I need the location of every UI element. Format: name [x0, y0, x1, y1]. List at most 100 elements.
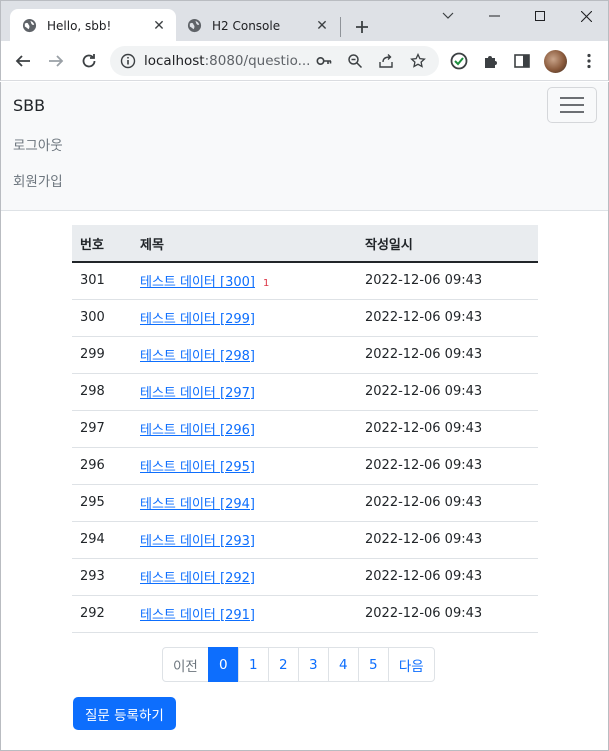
table-row: 301 테스트 데이터 [300] 1 2022-12-06 09:43: [72, 262, 538, 300]
url-text[interactable]: localhost:8080/questio...: [144, 46, 309, 76]
table-header-row: 번호 제목 작성일시: [72, 225, 538, 263]
forward-arrow-icon[interactable]: [44, 49, 68, 73]
page-link-5[interactable]: 5: [357, 647, 389, 682]
row-date: 2022-12-06 09:43: [357, 373, 538, 411]
bookmark-star-icon[interactable]: [410, 53, 426, 69]
row-date: 2022-12-06 09:43: [357, 299, 538, 337]
close-window-button[interactable]: [563, 1, 609, 31]
signup-link[interactable]: 회원가입: [13, 170, 63, 190]
prev-page-link[interactable]: 이전: [162, 647, 209, 682]
question-link[interactable]: 테스트 데이터 [293]: [140, 534, 255, 549]
table-row: 293 테스트 데이터 [292] 2022-12-06 09:43: [72, 558, 538, 596]
next-page-link[interactable]: 다음: [387, 647, 435, 682]
logout-link[interactable]: 로그아웃: [13, 134, 63, 154]
tab-strip: Hello, sbb! ✕ H2 Console ✕: [0, 0, 609, 42]
row-subject-cell: 테스트 데이터 [295]: [132, 447, 357, 485]
page-link-1[interactable]: 1: [237, 647, 269, 682]
row-number: 292: [72, 595, 132, 633]
question-link[interactable]: 테스트 데이터 [300]: [140, 275, 255, 290]
zoom-icon[interactable]: [347, 53, 363, 69]
question-link[interactable]: 테스트 데이터 [295]: [140, 460, 255, 475]
row-date: 2022-12-06 09:43: [357, 595, 538, 633]
navbar: SBB 로그아웃 회원가입: [1, 82, 608, 211]
share-icon[interactable]: [378, 53, 394, 69]
page-link-4[interactable]: 4: [327, 647, 359, 682]
row-subject-cell: 테스트 데이터 [296]: [132, 410, 357, 448]
back-arrow-icon[interactable]: [11, 49, 35, 73]
navbar-toggler-button[interactable]: [547, 87, 597, 123]
hamburger-icon: [560, 97, 584, 99]
globe-icon: [22, 18, 37, 33]
new-tab-button[interactable]: [350, 15, 374, 39]
row-number: 294: [72, 521, 132, 559]
row-number: 295: [72, 484, 132, 522]
table-row: 295 테스트 데이터 [294] 2022-12-06 09:43: [72, 484, 538, 522]
side-panel-icon[interactable]: [510, 49, 534, 73]
chevron-down-icon[interactable]: [425, 1, 471, 31]
answer-count-badge: 1: [262, 278, 270, 290]
info-icon[interactable]: [120, 53, 136, 69]
row-subject-cell: 테스트 데이터 [294]: [132, 484, 357, 522]
question-link[interactable]: 테스트 데이터 [299]: [140, 312, 255, 327]
page-link-0[interactable]: 0: [207, 647, 239, 682]
close-tab-icon[interactable]: ✕: [150, 17, 168, 35]
question-link[interactable]: 테스트 데이터 [297]: [140, 386, 255, 401]
row-subject-cell: 테스트 데이터 [298]: [132, 336, 357, 374]
extensions-puzzle-icon[interactable]: [479, 49, 503, 73]
table-row: 298 테스트 데이터 [297] 2022-12-06 09:43: [72, 373, 538, 411]
header-date: 작성일시: [357, 225, 538, 263]
row-number: 296: [72, 447, 132, 485]
table-row: 297 테스트 데이터 [296] 2022-12-06 09:43: [72, 410, 538, 448]
row-number: 301: [72, 262, 132, 300]
row-date: 2022-12-06 09:43: [357, 484, 538, 522]
table-row: 294 테스트 데이터 [293] 2022-12-06 09:43: [72, 521, 538, 559]
row-number: 293: [72, 558, 132, 596]
table-row: 300 테스트 데이터 [299] 2022-12-06 09:43: [72, 299, 538, 337]
row-date: 2022-12-06 09:43: [357, 447, 538, 485]
row-subject-cell: 테스트 데이터 [300] 1: [132, 262, 357, 300]
pagination: 이전 0 1 2 3 4 5 다음: [162, 647, 435, 682]
minimize-button[interactable]: [471, 1, 517, 31]
brand-link[interactable]: SBB: [13, 96, 45, 115]
row-subject-cell: 테스트 데이터 [292]: [132, 558, 357, 596]
row-subject-cell: 테스트 데이터 [291]: [132, 595, 357, 633]
tab-hello-sbb[interactable]: Hello, sbb! ✕: [10, 9, 176, 42]
page-link-3[interactable]: 3: [297, 647, 329, 682]
globe-icon: [187, 18, 202, 33]
row-date: 2022-12-06 09:43: [357, 336, 538, 374]
header-subject: 제목: [132, 225, 357, 263]
tab-separator: [340, 17, 341, 37]
row-number: 298: [72, 373, 132, 411]
row-date: 2022-12-06 09:43: [357, 558, 538, 596]
create-question-button[interactable]: 질문 등록하기: [73, 697, 176, 730]
question-table: 번호 제목 작성일시 301 테스트 데이터 [300] 1 2022-12-06 0…: [72, 225, 538, 633]
tab-h2-console[interactable]: H2 Console ✕: [177, 9, 339, 42]
maximize-button[interactable]: [517, 1, 563, 31]
address-bar[interactable]: localhost:8080/questio...: [110, 46, 439, 76]
row-subject-cell: 테스트 데이터 [293]: [132, 521, 357, 559]
table-row: 299 테스트 데이터 [298] 2022-12-06 09:43: [72, 336, 538, 374]
question-link[interactable]: 테스트 데이터 [291]: [140, 608, 255, 623]
url-path: :8080/questio...: [204, 53, 309, 69]
question-link[interactable]: 테스트 데이터 [296]: [140, 423, 255, 438]
profile-avatar[interactable]: [544, 50, 567, 73]
row-number: 300: [72, 299, 132, 337]
check-extension-icon[interactable]: [447, 49, 471, 73]
more-menu-icon[interactable]: [577, 49, 601, 73]
url-host: localhost: [144, 53, 205, 69]
row-number: 297: [72, 410, 132, 448]
row-date: 2022-12-06 09:43: [357, 521, 538, 559]
question-link[interactable]: 테스트 데이터 [294]: [140, 497, 255, 512]
row-subject-cell: 테스트 데이터 [299]: [132, 299, 357, 337]
question-link[interactable]: 테스트 데이터 [292]: [140, 571, 255, 586]
row-date: 2022-12-06 09:43: [357, 410, 538, 448]
page-link-2[interactable]: 2: [267, 647, 299, 682]
question-link[interactable]: 테스트 데이터 [298]: [140, 349, 255, 364]
plus-icon: [356, 21, 368, 33]
key-icon[interactable]: [316, 54, 332, 68]
row-date: 2022-12-06 09:43: [357, 262, 538, 300]
close-tab-icon[interactable]: ✕: [313, 17, 331, 35]
tab-title: Hello, sbb!: [47, 18, 112, 33]
reload-icon[interactable]: [77, 49, 101, 73]
row-number: 299: [72, 336, 132, 374]
